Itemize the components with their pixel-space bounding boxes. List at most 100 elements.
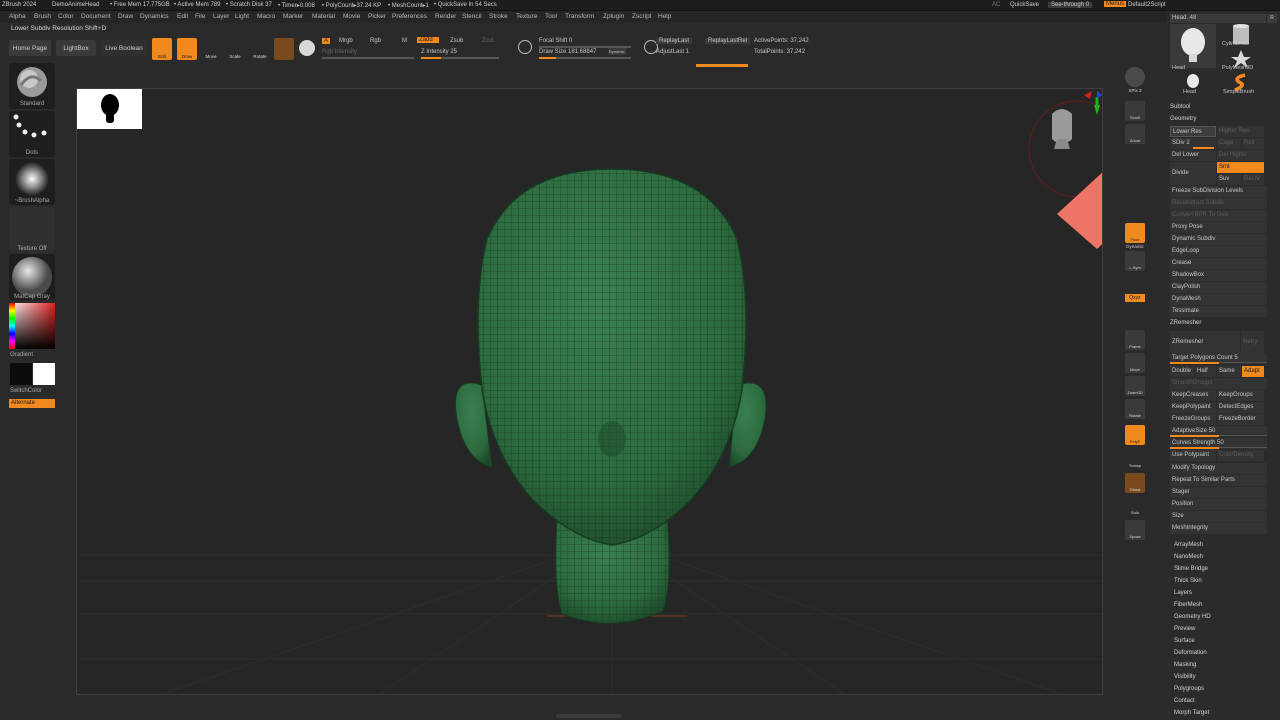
alternate-button[interactable]: Alternate <box>9 399 55 408</box>
menu-item-brush[interactable]: Brush <box>34 13 51 20</box>
bottom-tray-handle[interactable] <box>556 714 622 718</box>
keeppolypaint-toggle[interactable]: KeepPolypaint <box>1170 402 1216 413</box>
stroke-icon[interactable] <box>518 40 532 54</box>
spix-setting[interactable]: SPix 3 <box>1120 88 1150 93</box>
draw-size-slider[interactable]: Draw Size 181.68847 <box>539 49 596 55</box>
zoom3d-button[interactable]: Zoom3D <box>1125 376 1145 396</box>
menu-item-file[interactable]: File <box>195 13 205 20</box>
see-through-slider[interactable]: See-through 0 <box>1048 2 1093 8</box>
freezeborder-toggle[interactable]: FreezeBorder <box>1217 414 1264 425</box>
z-intensity-track[interactable] <box>421 57 499 59</box>
zsub-toggle[interactable]: Zsub <box>450 38 463 44</box>
rgb-intensity-track[interactable] <box>322 57 414 59</box>
menu-item-macro[interactable]: Macro <box>257 13 275 20</box>
menu-item-draw[interactable]: Draw <box>118 13 133 20</box>
subpalette-visibility[interactable]: Visibility <box>1174 674 1196 680</box>
claypolish-section[interactable]: ClayPolish <box>1170 282 1267 293</box>
scale-mode-button[interactable]: Scale <box>225 38 245 60</box>
rgb-intensity-slider[interactable]: Rgb Intensity <box>322 49 357 55</box>
live-boolean-button[interactable]: Live Boolean <box>101 40 147 56</box>
move-view-button[interactable]: Move <box>1125 353 1145 373</box>
subpalette-morph-target[interactable]: Morph Target <box>1174 710 1209 716</box>
menu-item-stroke[interactable]: Stroke <box>489 13 508 20</box>
adjust-last-slider[interactable]: AdjustLast 1 <box>656 49 689 55</box>
color-picker[interactable] <box>9 303 55 349</box>
menu-item-movie[interactable]: Movie <box>343 13 360 20</box>
geometry-header[interactable]: Geometry <box>1170 116 1196 122</box>
menu-item-marker[interactable]: Marker <box>283 13 303 20</box>
lock-icon[interactable] <box>1125 273 1145 293</box>
subpalette-slime-bridge[interactable]: Slime Bridge <box>1174 566 1208 572</box>
z-intensity-slider[interactable]: Z Intensity 25 <box>421 49 457 55</box>
zadd-toggle[interactable]: Zadd <box>417 37 439 43</box>
adapt-toggle[interactable]: Adapt <box>1242 366 1264 377</box>
tool-r-button[interactable]: R <box>1267 14 1277 23</box>
adaptivesize-track[interactable] <box>1170 435 1267 437</box>
xyz-button[interactable]: Qxyz <box>1125 294 1145 302</box>
subpalette-fibermesh[interactable]: FiberMesh <box>1174 602 1202 608</box>
menu-item-render[interactable]: Render <box>435 13 456 20</box>
replay-last-rel-button[interactable]: ReplayLastRel <box>705 38 751 44</box>
lightbox-button[interactable]: LightBox <box>56 40 96 56</box>
m-toggle[interactable]: M <box>402 38 407 44</box>
move-mode-button[interactable]: Move <box>201 38 221 60</box>
dynamic-subdiv-section[interactable]: Dynamic Subdiv <box>1170 234 1267 245</box>
shadowbox-section[interactable]: ShadowBox <box>1170 270 1267 281</box>
cage-button[interactable]: Cage <box>1217 138 1241 149</box>
draw-size-track[interactable] <box>539 57 631 59</box>
subpalette-arraymesh[interactable]: ArrayMesh <box>1174 542 1203 548</box>
tool-thumb-head[interactable] <box>1170 24 1216 68</box>
menu-item-stencil[interactable]: Stencil <box>462 13 482 20</box>
mrgb-toggle[interactable]: Mrgb <box>339 38 353 44</box>
reconstruct-subdiv-button[interactable]: Reconstruct Subdiv <box>1170 198 1267 209</box>
lower-res-button[interactable]: Lower Res <box>1170 126 1216 137</box>
zcut-toggle[interactable]: Zcut <box>482 38 494 44</box>
menu-item-light[interactable]: Light <box>235 13 249 20</box>
dynamic-button[interactable]: Dynamic <box>608 48 626 55</box>
secondary-color-swatch[interactable] <box>10 363 32 385</box>
keepcreases-toggle[interactable]: KeepCreases <box>1170 390 1216 401</box>
use-polypaint-toggle[interactable]: Use Polypaint <box>1170 450 1216 461</box>
curves-strength-track[interactable] <box>1170 447 1267 449</box>
stager-section[interactable]: Stager <box>1170 487 1267 498</box>
convert-bpr-button[interactable]: Convert BPR To Geo <box>1170 210 1267 221</box>
focal-shift-slider[interactable]: Focal Shift 0 <box>539 38 572 44</box>
smt-toggle[interactable]: Smt <box>1217 162 1264 173</box>
primary-color-swatch[interactable] <box>33 363 55 385</box>
divide-button[interactable]: Divide <box>1170 162 1216 185</box>
dynamesh-section[interactable]: DynaMesh <box>1170 294 1267 305</box>
smoothgroups-slider[interactable]: SmoothGroups <box>1170 378 1267 389</box>
subpalette-masking[interactable]: Masking <box>1174 662 1196 668</box>
subpalette-deformation[interactable]: Deformation <box>1174 650 1207 656</box>
subpalette-preview[interactable]: Preview <box>1174 626 1195 632</box>
menu-item-color[interactable]: Color <box>58 13 74 20</box>
frame-button[interactable]: Frame <box>1125 330 1145 350</box>
floor-button[interactable]: Floor <box>1125 223 1145 243</box>
hue-strip[interactable] <box>9 303 15 349</box>
menu-item-alpha[interactable]: Alpha <box>9 13 26 20</box>
subtool-header[interactable]: Subtool <box>1170 104 1190 110</box>
rotate-view-button[interactable]: Rotate <box>1125 399 1145 419</box>
polyf-button[interactable]: PolyF <box>1125 425 1145 445</box>
higher-res-button[interactable]: Higher Res <box>1217 126 1264 137</box>
menu-item-picker[interactable]: Picker <box>368 13 386 20</box>
subpalette-polygroups[interactable]: Polygroups <box>1174 686 1204 692</box>
size-section[interactable]: Size <box>1170 511 1267 522</box>
del-higher-button[interactable]: Del Higher <box>1217 150 1264 161</box>
meshintegrity-section[interactable]: MeshIntegrity <box>1170 523 1267 534</box>
color-density-slider[interactable]: ColorDensity <box>1217 450 1264 461</box>
subpalette-contact[interactable]: Contact <box>1174 698 1195 704</box>
menu-item-dynamics[interactable]: Dynamics <box>140 13 169 20</box>
rgb-toggle[interactable]: Rgb <box>370 38 381 44</box>
rstr-button[interactable]: Rstr <box>1242 138 1264 149</box>
freezegroups-toggle[interactable]: FreezeGroups <box>1170 414 1216 425</box>
home-page-button[interactable]: Home Page <box>9 40 51 56</box>
retry-button[interactable]: Retry <box>1241 331 1264 353</box>
crease-section[interactable]: Crease <box>1170 258 1267 269</box>
menu-item-texture[interactable]: Texture <box>516 13 537 20</box>
keepgroups-toggle[interactable]: KeepGroups <box>1217 390 1264 401</box>
menu-item-help[interactable]: Help <box>658 13 671 20</box>
double-button[interactable]: Double <box>1170 366 1194 377</box>
subpalette-surface[interactable]: Surface <box>1174 638 1195 644</box>
subpalette-layers[interactable]: Layers <box>1174 590 1192 596</box>
